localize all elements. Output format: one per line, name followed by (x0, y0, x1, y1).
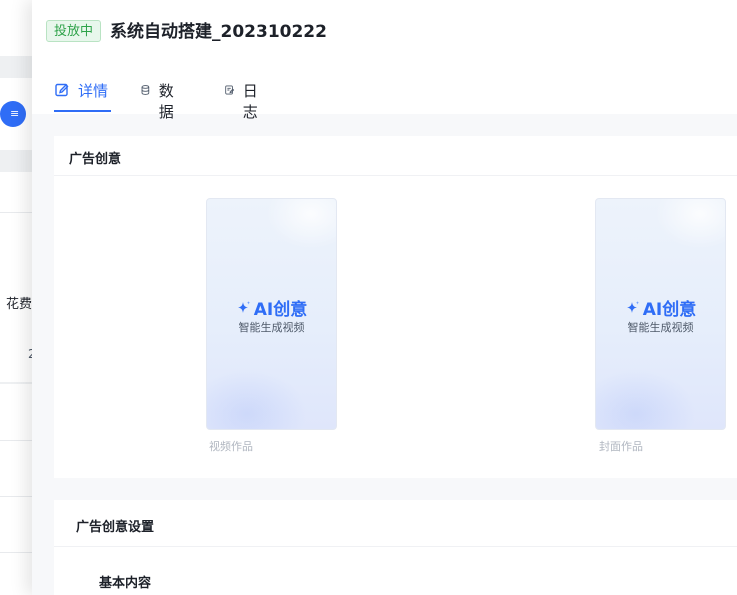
ai-title-text: AI创意 (642, 300, 697, 320)
media-caption: 视频作品 (209, 440, 253, 453)
log-icon (225, 85, 235, 95)
background-band (0, 56, 34, 78)
tab-details[interactable]: 详情 (54, 80, 111, 114)
edit-icon (55, 83, 69, 97)
section-title: 广告创意设置 (76, 520, 155, 535)
media-caption: 封面作品 (599, 440, 643, 453)
database-icon (141, 85, 150, 95)
background-divider (0, 440, 34, 441)
creative-settings-card: 广告创意设置 基本内容 (54, 500, 737, 595)
card-header: 广告创意 (54, 136, 737, 176)
background-divider (0, 552, 34, 553)
background-band (0, 150, 34, 172)
ai-creative-subtitle: 智能生成视频 (238, 321, 305, 334)
tab-label: 详情 (78, 82, 109, 100)
ai-creative-subtitle: 智能生成视频 (627, 321, 694, 334)
background-divider (0, 496, 34, 497)
background-avatar[interactable]: ≡ (0, 101, 26, 127)
tab-label: 数据 (158, 82, 174, 121)
detail-drawer: 投放中 系统自动搭建_202310222 详情 数据 日志 广告创意 AI创意 … (32, 0, 737, 595)
tab-log[interactable]: 日志 (224, 80, 263, 121)
ai-creative-title: AI创意 (596, 295, 725, 320)
sparkle-icon (237, 300, 250, 313)
status-badge: 投放中 (46, 20, 102, 42)
background-divider (0, 382, 34, 384)
tab-data[interactable]: 数据 (140, 80, 179, 121)
active-tab-indicator (54, 110, 111, 112)
drawer-header: 投放中 系统自动搭建_202310222 详情 数据 日志 (32, 0, 737, 121)
ai-creative-title: AI创意 (207, 295, 336, 320)
ai-title-text: AI创意 (253, 300, 308, 320)
background-divider (0, 212, 34, 213)
subsection-title: 基本内容 (99, 576, 152, 591)
sparkle-icon (626, 300, 639, 313)
tab-label: 日志 (242, 82, 258, 121)
video-preview[interactable]: AI创意 智能生成视频 (206, 198, 337, 430)
section-title: 广告创意 (69, 152, 122, 167)
creative-card: 广告创意 AI创意 智能生成视频 视频作品 AI创意 智能生成视频 封面作品 (54, 136, 737, 478)
cover-preview[interactable]: AI创意 智能生成视频 (595, 198, 726, 430)
background-column-header: 花费 (6, 297, 33, 312)
card-header: 广告创意设置 (54, 500, 737, 547)
drawer-title: 系统自动搭建_202310222 (110, 22, 327, 42)
